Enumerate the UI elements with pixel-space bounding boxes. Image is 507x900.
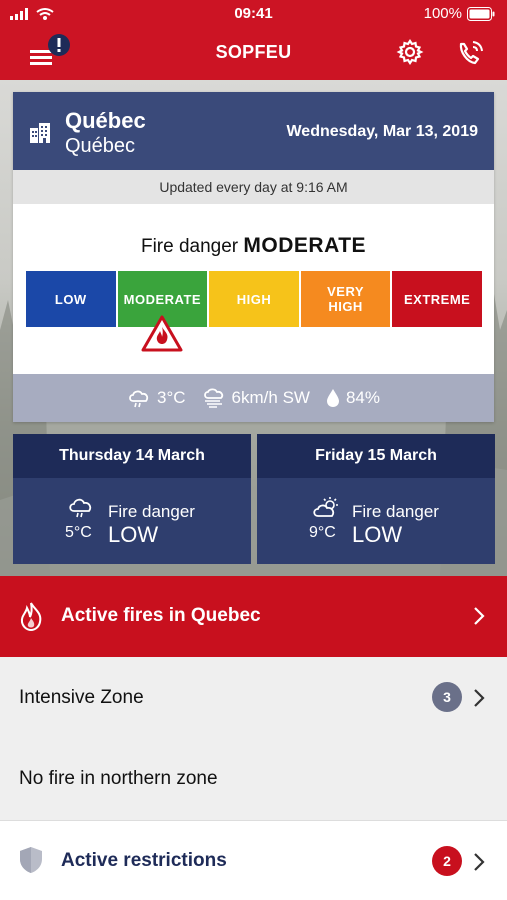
fire-danger-title: Fire danger MODERATE [13, 234, 494, 258]
northern-zone-label: No fire in northern zone [19, 768, 218, 789]
cloud-rain-icon [129, 390, 149, 408]
battery-icon [467, 6, 495, 21]
gear-icon [396, 39, 424, 65]
active-restrictions-label: Active restrictions [61, 850, 227, 871]
forecast-card-day2[interactable]: Friday 15 March 9°C Fire danger LOW [257, 434, 495, 564]
wind-item: 6km/h SW [202, 388, 310, 408]
app-title: SOPFEU [215, 42, 292, 62]
chevron-right-icon [473, 852, 485, 877]
cloud-rain-icon [67, 496, 95, 525]
intensive-zone-row[interactable]: Intensive Zone 3 [0, 657, 507, 738]
settings-button[interactable] [396, 38, 424, 66]
location-header: Québec Québec Wednesday, Mar 13, 2019 [13, 92, 494, 170]
danger-level-marker-icon [141, 315, 183, 353]
forecast-temperature: 9°C [309, 524, 336, 541]
shield-icon [18, 845, 44, 880]
restrictions-count-badge: 2 [432, 846, 462, 876]
wind-cloud-icon [203, 388, 223, 408]
current-humidity: 84% [345, 388, 380, 407]
droplet-icon [326, 389, 339, 407]
current-wind: 6km/h SW [231, 388, 310, 407]
forecast-danger-level: LOW [108, 522, 159, 547]
battery-indicator: 100% [424, 5, 495, 22]
today-danger-card: Québec Québec Wednesday, Mar 13, 2019 Up… [13, 92, 494, 422]
update-info: Updated every day at 9:16 AM [13, 170, 494, 204]
chevron-right-icon [473, 606, 485, 631]
danger-scale-very-high: VERY HIGH [300, 271, 391, 327]
current-temperature: 3°C [157, 388, 186, 407]
active-fires-label: Active fires in Quebec [61, 605, 261, 626]
forecast-danger-level: LOW [352, 522, 403, 547]
active-fires-row[interactable]: Active fires in Quebec [0, 576, 507, 657]
northern-zone-row: No fire in northern zone [0, 738, 507, 819]
forecast-danger-label: Fire danger [352, 502, 439, 521]
city-name: Québec [65, 108, 146, 133]
intensive-zone-count-badge: 3 [432, 682, 462, 712]
temperature-item: 3°C [127, 388, 186, 408]
building-icon [29, 123, 51, 148]
forecast-day: Thursday 14 March [13, 434, 251, 478]
region-name: Québec [65, 135, 136, 157]
danger-scale-low: LOW [26, 271, 116, 327]
forecast-card-day1[interactable]: Thursday 14 March 5°C Fire danger LOW [13, 434, 251, 564]
fire-danger-prefix: Fire danger [140, 236, 239, 257]
current-weather: 3°C 6km/h SW 84% [13, 374, 494, 422]
fire-danger-level: MODERATE [243, 234, 367, 257]
phone-icon [459, 41, 483, 65]
app-header-area: 09:41 100% SOPFEU [0, 0, 507, 80]
danger-scale-extreme: EXTREME [392, 271, 482, 327]
humidity-item: 84% [326, 388, 380, 408]
forecast-danger-label: Fire danger [108, 502, 195, 521]
danger-scale: LOW MODERATE HIGH VERY HIGH EXTREME [26, 271, 482, 327]
chevron-right-icon [473, 688, 485, 713]
intensive-zone-label: Intensive Zone [19, 687, 144, 708]
call-button[interactable] [455, 38, 487, 68]
forecast-day: Friday 15 March [257, 434, 495, 478]
current-date: Wednesday, Mar 13, 2019 [286, 123, 478, 140]
sun-cloud-icon [311, 496, 341, 527]
nav-bar: SOPFEU [0, 28, 507, 80]
danger-scale-high: HIGH [209, 271, 299, 327]
battery-percent: 100% [423, 5, 462, 22]
active-restrictions-row[interactable]: Active restrictions 2 [0, 820, 507, 900]
forecast-temperature: 5°C [65, 524, 92, 541]
status-bar: 09:41 100% [0, 0, 507, 28]
flame-icon [18, 602, 44, 637]
